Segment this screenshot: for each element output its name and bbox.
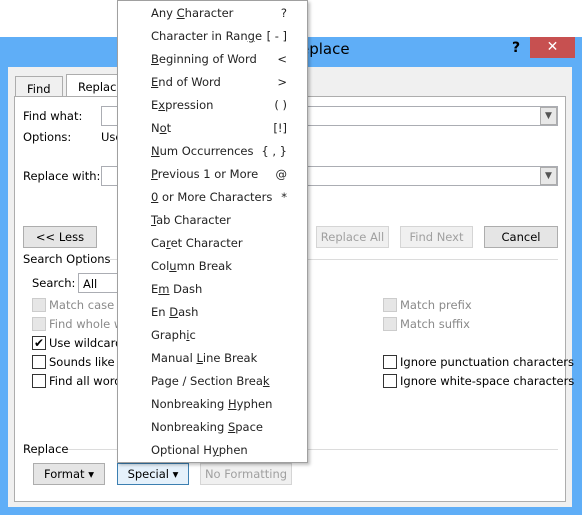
checkbox[interactable] [383,374,397,388]
menu-item-label: Column Break [151,259,232,273]
menu-item-label: Previous 1 or More [151,167,259,181]
menu-item[interactable]: Nonbreaking Hyphen [118,393,307,416]
menu-item-label: Manual Line Break [151,351,258,365]
menu-item[interactable]: Tab Character [118,209,307,232]
no-formatting-button[interactable]: No Formatting [200,463,292,485]
menu-item[interactable]: 0 or More Characters * [118,186,307,209]
menu-item-symbol: < [277,52,287,66]
menu-item-label: Em Dash [151,282,203,296]
menu-item[interactable]: Any Character? [118,2,307,25]
menu-item-label: Any Character [151,6,234,20]
format-button[interactable]: Format ▾ [33,463,105,485]
menu-item-label: En Dash [151,305,199,319]
menu-item-symbol: ? [280,6,287,20]
checkbox[interactable]: ✔ [32,336,46,350]
menu-item-label: Nonbreaking Hyphen [151,397,273,411]
menu-item-label: Caret Character [151,236,243,250]
menu-item-label: Graphic [151,328,196,342]
checkbox[interactable] [32,355,46,369]
checkbox-label: Match suffix [400,317,470,331]
menu-item[interactable]: End of Word > [118,71,307,94]
search-label: Search: [32,276,76,290]
menu-item-label: Nonbreaking Space [151,420,263,434]
menu-item-label: Page / Section Break [151,374,270,388]
checkbox-label: Ignore punctuation characters [400,355,575,369]
checkbox-label: Ignore white-space characters [400,374,575,388]
menu-item[interactable]: Num Occurrences { , } [118,140,307,163]
menu-item-label: Character in Range [151,29,263,43]
checkbox[interactable] [32,298,46,312]
less-button[interactable]: << Less [23,226,97,248]
menu-item[interactable]: Beginning of Word < [118,48,307,71]
find-next-button[interactable]: Find Next [400,226,473,248]
checkbox[interactable] [32,317,46,331]
replace-all-button[interactable]: Replace All [316,226,389,248]
menu-item-label: End of Word [151,75,221,89]
menu-item[interactable]: En Dash [118,301,307,324]
menu-item-symbol: ( ) [274,98,287,112]
menu-item-symbol: @ [275,167,288,181]
menu-item-symbol: [ - ] [266,29,287,43]
special-button[interactable]: Special ▾ [117,463,189,485]
menu-item[interactable]: Column Break [118,255,307,278]
help-button[interactable]: ? [512,40,520,56]
checkbox[interactable] [383,298,397,312]
options-label: Options: [23,130,72,144]
checkbox[interactable] [32,374,46,388]
menu-item[interactable]: Manual Line Break [118,347,307,370]
menu-item[interactable]: Caret Character [118,232,307,255]
menu-item[interactable]: Nonbreaking Space [118,416,307,439]
menu-item-label: Expression [151,98,214,112]
menu-item-label: Beginning of Word [151,52,257,66]
menu-item[interactable]: Optional Hyphen [118,439,307,462]
menu-item-symbol: { , } [261,144,287,158]
menu-item[interactable]: Expression ( ) [118,94,307,117]
special-menu: Any Character? Character in Range[ - ] Beg… [117,0,308,463]
menu-item[interactable]: Graphic [118,324,307,347]
menu-item[interactable]: Character in Range[ - ] [118,25,307,48]
checkbox-label: Match case [49,298,115,312]
replace-with-label: Replace with: [23,169,101,183]
menu-item[interactable]: Not [!] [118,117,307,140]
menu-item[interactable]: Page / Section Break [118,370,307,393]
menu-item-label: Not [151,121,172,135]
menu-item-label: 0 or More Characters [151,190,273,204]
cancel-button[interactable]: Cancel [484,226,558,248]
checkbox-label: Match prefix [400,298,472,312]
menu-item-label: Tab Character [151,213,231,227]
search-options-heading: Search Options [23,252,111,266]
replace-dropdown-chevron-icon[interactable]: ▼ [540,167,557,185]
menu-item[interactable]: Em Dash [118,278,307,301]
menu-item[interactable]: Previous 1 or More @ [118,163,307,186]
checkbox[interactable] [383,355,397,369]
menu-item-symbol: [!] [273,121,287,135]
tab-find[interactable]: Find [15,76,63,97]
menu-item-label: Num Occurrences [151,144,254,158]
close-button[interactable]: ✕ [530,37,575,58]
replace-heading: Replace [23,442,69,456]
menu-item-symbol: * [281,190,287,204]
menu-item-symbol: > [277,75,287,89]
menu-item-label: Optional Hyphen [151,443,248,457]
checkbox[interactable] [383,317,397,331]
find-what-label: Find what: [23,109,83,123]
find-dropdown-chevron-icon[interactable]: ▼ [540,107,557,125]
